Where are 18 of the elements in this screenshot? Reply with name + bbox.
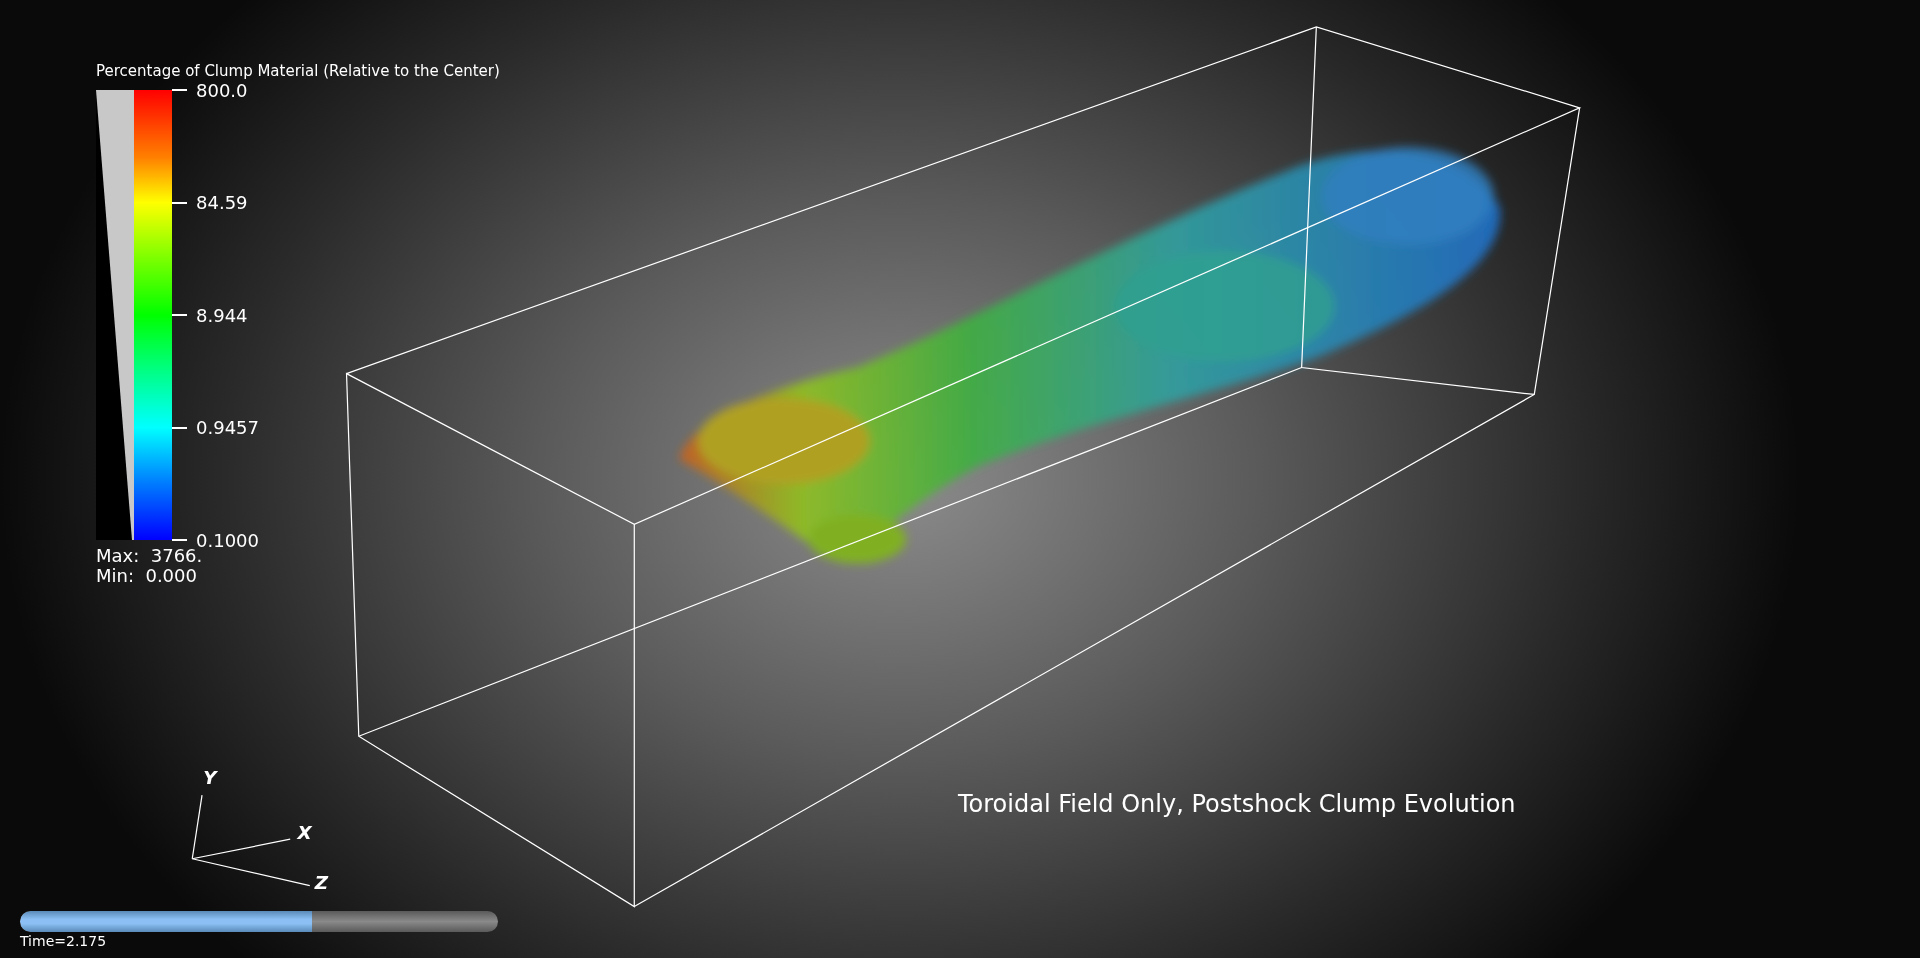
tick-mark xyxy=(172,426,187,429)
caption: Toroidal Field Only, Postshock Clump Evolution xyxy=(958,790,1516,818)
tick-label: 800.0 xyxy=(196,79,248,101)
time-label: Time=2.175 xyxy=(20,933,108,949)
time-slider[interactable] xyxy=(20,911,498,932)
legend-title: Percentage of Clump Material (Relative to the Center) xyxy=(96,62,500,80)
tick-label: 84.59 xyxy=(196,192,248,213)
tick-mark xyxy=(172,201,187,204)
tick-label: 8.944 xyxy=(196,304,248,326)
axis-label: Z xyxy=(314,872,328,894)
min-label: Min: 0.000 xyxy=(96,566,198,586)
axis-label: X xyxy=(297,822,312,844)
axis-label: Y xyxy=(203,767,217,789)
tick-label: 0.9457 xyxy=(196,417,259,438)
tick-mark xyxy=(172,89,187,91)
tick-mark xyxy=(172,314,187,316)
opacity-ramp-icon xyxy=(96,90,134,540)
tick-mark xyxy=(172,539,187,541)
